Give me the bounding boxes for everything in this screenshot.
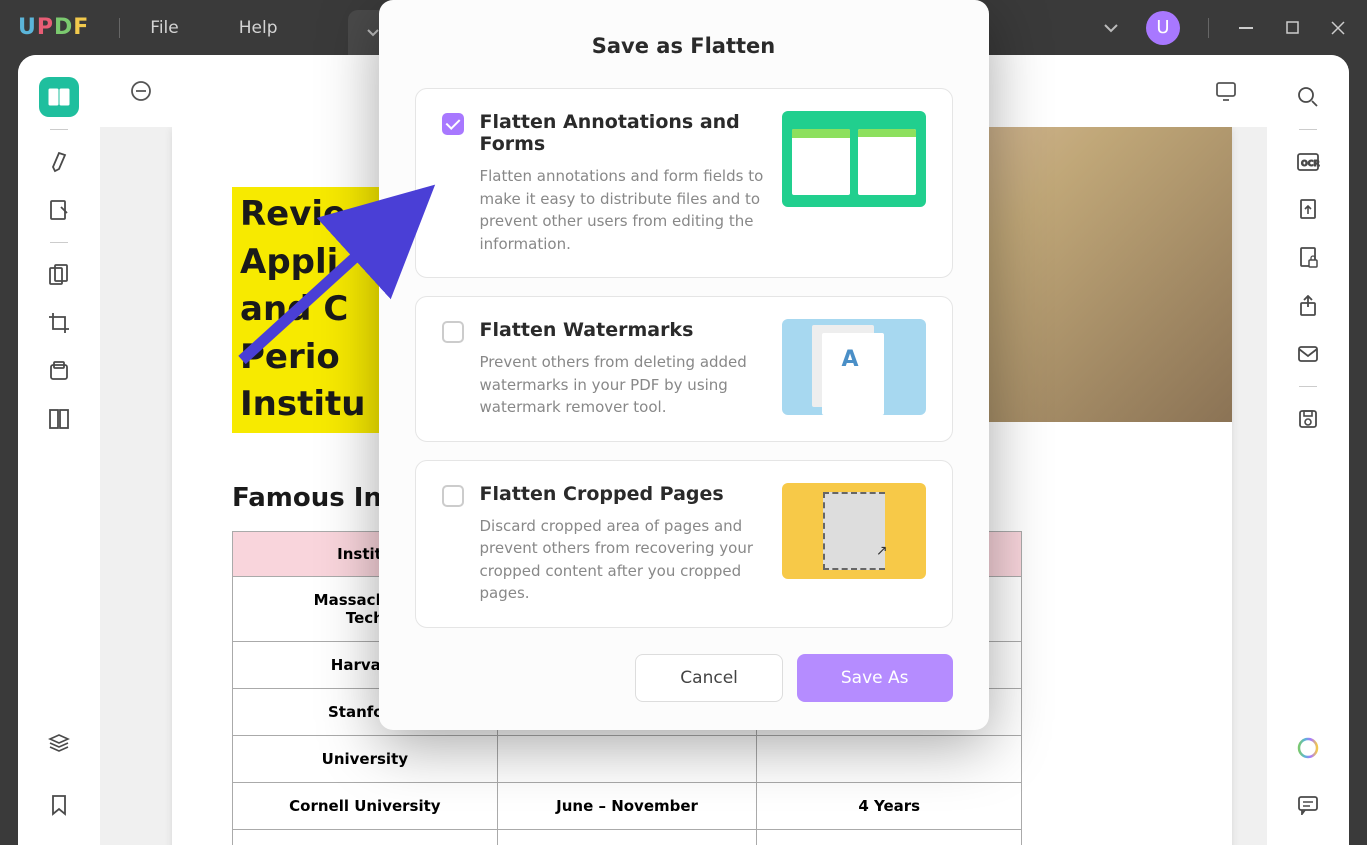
option-illustration: [782, 111, 926, 207]
option-illustration: [782, 319, 926, 415]
option-title: Flatten Cropped Pages: [480, 483, 766, 505]
save-flatten-dialog: Save as Flatten Flatten Annotations and …: [379, 0, 989, 730]
option-flatten-cropped[interactable]: Flatten Cropped Pages Discard cropped ar…: [415, 460, 953, 628]
option-description: Discard cropped area of pages and preven…: [480, 515, 766, 605]
dialog-buttons: Cancel Save As: [415, 654, 953, 702]
checkbox-watermarks[interactable]: [442, 321, 464, 343]
option-description: Prevent others from deleting added water…: [480, 351, 766, 419]
option-flatten-annotations[interactable]: Flatten Annotations and Forms Flatten an…: [415, 88, 953, 278]
option-title: Flatten Annotations and Forms: [480, 111, 766, 155]
checkbox-annotations[interactable]: [442, 113, 464, 135]
option-flatten-watermarks[interactable]: Flatten Watermarks Prevent others from d…: [415, 296, 953, 442]
save-as-button[interactable]: Save As: [797, 654, 953, 702]
cancel-button[interactable]: Cancel: [635, 654, 783, 702]
dialog-title: Save as Flatten: [415, 34, 953, 58]
option-description: Flatten annotations and form fields to m…: [480, 165, 766, 255]
option-title: Flatten Watermarks: [480, 319, 766, 341]
option-illustration: [782, 483, 926, 579]
modal-overlay: Save as Flatten Flatten Annotations and …: [0, 0, 1367, 845]
checkbox-cropped[interactable]: [442, 485, 464, 507]
